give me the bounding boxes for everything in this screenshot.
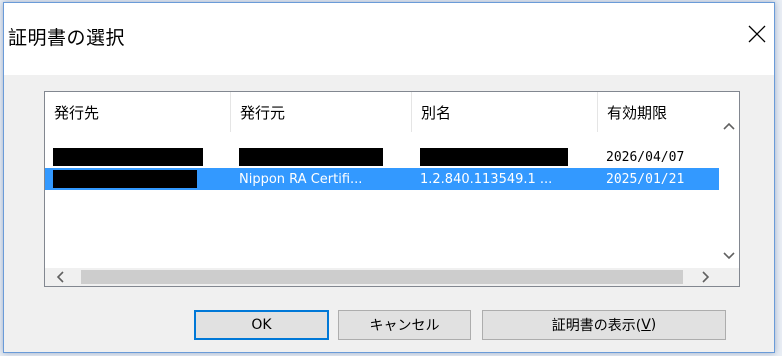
cell-issued-by bbox=[231, 146, 412, 168]
cell-issued-by: Nippon RA Certifi... bbox=[239, 171, 363, 187]
ok-button[interactable]: OK bbox=[194, 310, 329, 340]
scroll-down-button[interactable] bbox=[719, 246, 739, 266]
cell-issued-to bbox=[45, 168, 231, 190]
scroll-up-button[interactable] bbox=[719, 116, 739, 136]
horizontal-scrollbar[interactable] bbox=[45, 268, 719, 286]
cancel-button[interactable]: キャンセル bbox=[338, 310, 471, 340]
cell-expiration: 2026/04/07 bbox=[606, 149, 685, 165]
dialog-content: 発行先 発行元 別名 有効期限 2026/04/07 Nippon RA Cer… bbox=[4, 75, 774, 352]
chevron-left-icon bbox=[56, 271, 64, 283]
dialog-title: 証明書の選択 bbox=[8, 27, 126, 49]
column-header-issued-by[interactable]: 発行元 bbox=[231, 92, 412, 132]
vertical-scrollbar[interactable] bbox=[719, 92, 739, 268]
table-row[interactable]: 2026/04/07 bbox=[45, 146, 719, 168]
scrollbar-corner bbox=[719, 268, 739, 286]
chevron-up-icon bbox=[723, 122, 735, 130]
column-header-expiration[interactable]: 有効期限 bbox=[598, 92, 719, 132]
column-header-issued-to[interactable]: 発行先 bbox=[45, 92, 231, 132]
cell-issued-to bbox=[45, 146, 231, 168]
scroll-left-button[interactable] bbox=[51, 268, 69, 286]
chevron-down-icon bbox=[723, 252, 735, 260]
certificate-select-dialog: 証明書の選択 発行先 発行元 別名 有効期限 2026/04/07 Nippon… bbox=[3, 2, 775, 353]
certificate-list[interactable]: 発行先 発行元 別名 有効期限 2026/04/07 Nippon RA Cer… bbox=[44, 91, 740, 287]
redacted-block bbox=[53, 148, 203, 166]
close-button[interactable] bbox=[740, 17, 774, 51]
title-bar: 証明書の選択 bbox=[4, 3, 774, 75]
chevron-right-icon bbox=[702, 271, 710, 283]
view-certificate-label-suffix: ) bbox=[650, 317, 657, 333]
redacted-block bbox=[420, 148, 568, 166]
cell-expiration: 2025/01/21 bbox=[606, 171, 685, 187]
view-certificate-button[interactable]: 証明書の表示(V) bbox=[482, 310, 726, 340]
redacted-block bbox=[53, 170, 197, 188]
view-certificate-label: 証明書の表示( bbox=[551, 318, 642, 334]
list-header: 発行先 発行元 別名 有効期限 bbox=[45, 92, 719, 132]
column-header-alias[interactable]: 別名 bbox=[412, 92, 598, 132]
cell-alias: 1.2.840.113549.1 ... bbox=[420, 171, 553, 187]
redacted-block bbox=[239, 148, 383, 166]
cell-alias bbox=[412, 146, 598, 168]
close-icon bbox=[748, 25, 766, 43]
table-row-selected[interactable]: Nippon RA Certifi... 1.2.840.113549.1 ..… bbox=[45, 168, 719, 190]
scroll-right-button[interactable] bbox=[697, 268, 715, 286]
view-certificate-accelerator: V bbox=[641, 317, 651, 333]
horizontal-scroll-thumb[interactable] bbox=[81, 270, 683, 284]
